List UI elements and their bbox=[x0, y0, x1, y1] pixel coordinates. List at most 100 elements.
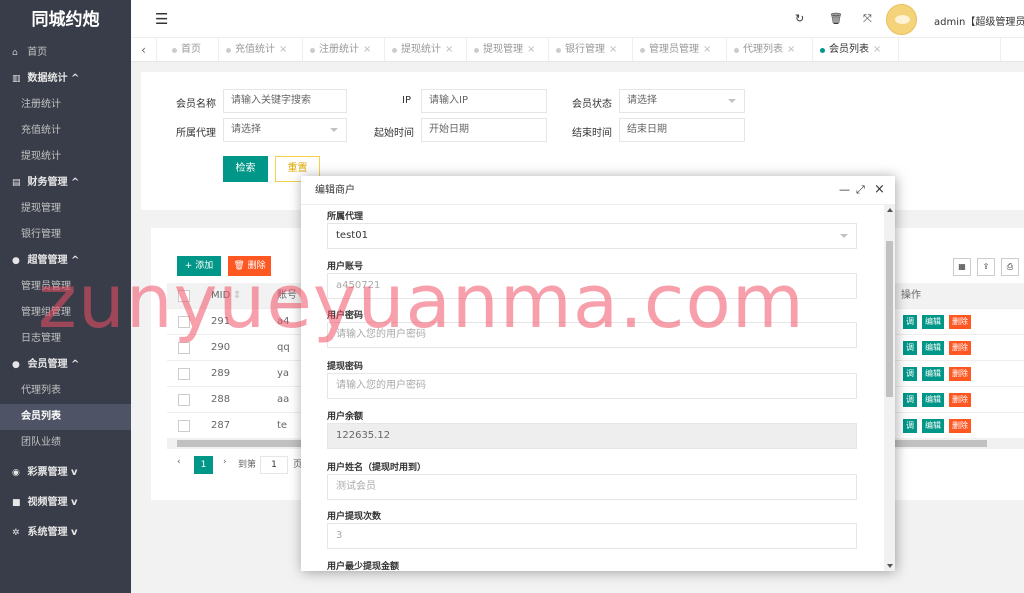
pager-next-icon[interactable]: › bbox=[223, 457, 227, 467]
sort-icon[interactable]: ⇕ bbox=[233, 283, 241, 309]
sidebar-item-recharge-stats[interactable]: 充值统计 bbox=[0, 118, 131, 144]
close-icon[interactable]: × bbox=[363, 44, 371, 55]
maximize-icon[interactable]: ⤢ bbox=[856, 184, 865, 196]
scroll-up-icon[interactable] bbox=[887, 208, 893, 212]
sidebar-item-withdraw-stats[interactable]: 提现统计 bbox=[0, 144, 131, 170]
member-name-label: 会员名称 bbox=[176, 99, 216, 110]
ip-input[interactable]: 请输入IP bbox=[421, 89, 547, 113]
delete-button[interactable]: 删除 bbox=[949, 393, 971, 407]
delete-button[interactable]: 删除 bbox=[949, 367, 971, 381]
sidebar-item-admin-group[interactable]: 管理组管理 bbox=[0, 300, 131, 326]
tab-home[interactable]: 首页 bbox=[167, 38, 219, 62]
view-button[interactable]: 调 bbox=[903, 315, 917, 329]
sidebar-item-team-performance[interactable]: 团队业绩 bbox=[0, 430, 131, 456]
tab-scroll-left-icon[interactable]: ‹ bbox=[131, 38, 157, 62]
delete-button[interactable]: 删除 bbox=[949, 341, 971, 355]
tab-agent-list[interactable]: 代理列表 × bbox=[729, 38, 813, 62]
batch-delete-button[interactable]: 🗑 删除 bbox=[228, 256, 271, 276]
trash-icon[interactable]: 🗑 bbox=[829, 12, 843, 25]
column-header-mid[interactable]: MID bbox=[211, 283, 230, 309]
columns-icon[interactable]: ▦ bbox=[953, 258, 971, 276]
edit-button[interactable]: 编辑 bbox=[922, 393, 944, 407]
tab-recharge-stats[interactable]: 充值统计 × bbox=[221, 38, 303, 62]
agent-select[interactable]: test01 bbox=[327, 223, 857, 249]
menu-fold-icon[interactable]: ☰ bbox=[155, 9, 168, 29]
view-button[interactable]: 调 bbox=[903, 419, 917, 433]
export-icon[interactable]: ⇪ bbox=[977, 258, 995, 276]
pager-current-page[interactable]: 1 bbox=[194, 456, 213, 474]
print-icon[interactable]: ⎙ bbox=[1001, 258, 1019, 276]
sidebar-item-bank-manage[interactable]: 银行管理 bbox=[0, 222, 131, 248]
add-button[interactable]: + 添加 bbox=[177, 256, 221, 276]
row-checkbox[interactable] bbox=[178, 420, 190, 432]
pager-goto-input[interactable]: 1 bbox=[260, 456, 288, 474]
row-checkbox[interactable] bbox=[178, 394, 190, 406]
close-icon[interactable]: × bbox=[787, 44, 795, 55]
bar-chart-icon: ▥ bbox=[12, 74, 21, 84]
sidebar-group-video[interactable]: ■ 视频管理 v bbox=[0, 490, 131, 516]
sidebar-item-logs[interactable]: 日志管理 bbox=[0, 326, 131, 352]
sidebar-group-system[interactable]: ✲ 系统管理 v bbox=[0, 520, 131, 546]
close-icon[interactable]: × bbox=[873, 44, 881, 55]
delete-button[interactable]: 删除 bbox=[949, 419, 971, 433]
account-field[interactable]: a450721 bbox=[327, 273, 857, 299]
ip-label: IP bbox=[402, 95, 411, 106]
refresh-icon[interactable]: ↻ bbox=[795, 12, 804, 25]
sidebar-item-admin-manage[interactable]: 管理员管理 bbox=[0, 274, 131, 300]
search-button[interactable]: 检索 bbox=[223, 156, 268, 182]
tab-register-stats[interactable]: 注册统计 × bbox=[305, 38, 385, 62]
agent-select[interactable]: 请选择 bbox=[223, 118, 347, 142]
name-field[interactable]: 测试会员 bbox=[327, 474, 857, 500]
close-icon[interactable]: × bbox=[445, 44, 453, 55]
minimize-icon[interactable]: — bbox=[839, 184, 850, 196]
pager-prev-icon[interactable]: ‹ bbox=[177, 457, 181, 467]
close-icon[interactable]: × bbox=[279, 44, 287, 55]
modal-vertical-scrollbar[interactable] bbox=[884, 205, 895, 571]
scroll-down-icon[interactable] bbox=[887, 564, 893, 568]
password-field[interactable]: 请输入您的用户密码 bbox=[327, 322, 857, 348]
row-checkbox[interactable] bbox=[178, 368, 190, 380]
avatar[interactable] bbox=[886, 4, 917, 35]
start-time-label: 起始时间 bbox=[374, 128, 414, 139]
sidebar-group-admin[interactable]: ● 超管管理 ^ bbox=[0, 248, 131, 274]
member-name-input[interactable]: 请输入关键字搜索 bbox=[223, 89, 347, 113]
user-name[interactable]: admin【超级管理员】 bbox=[934, 13, 1024, 28]
close-icon[interactable]: × bbox=[609, 44, 617, 55]
edit-button[interactable]: 编辑 bbox=[922, 367, 944, 381]
tab-admin-manage[interactable]: 管理员管理 × bbox=[635, 38, 727, 62]
edit-button[interactable]: 编辑 bbox=[922, 419, 944, 433]
edit-button[interactable]: 编辑 bbox=[922, 315, 944, 329]
fullscreen-icon[interactable]: ⤧ bbox=[863, 12, 872, 26]
edit-button[interactable]: 编辑 bbox=[922, 341, 944, 355]
start-date-input[interactable]: 开始日期 bbox=[421, 118, 547, 142]
tab-withdraw-stats[interactable]: 提现统计 × bbox=[387, 38, 467, 62]
close-icon[interactable]: × bbox=[527, 44, 535, 55]
withdraw-count-field[interactable]: 3 bbox=[327, 523, 857, 549]
end-date-input[interactable]: 结束日期 bbox=[619, 118, 745, 142]
sidebar-item-member-list[interactable]: 会员列表 bbox=[0, 404, 131, 430]
tab-bank-manage[interactable]: 银行管理 × bbox=[551, 38, 633, 62]
row-checkbox[interactable] bbox=[178, 316, 190, 328]
close-icon[interactable]: × bbox=[703, 44, 711, 55]
sidebar-group-lottery[interactable]: ◉ 彩票管理 v bbox=[0, 460, 131, 486]
withdraw-password-field[interactable]: 请输入您的用户密码 bbox=[327, 373, 857, 399]
view-button[interactable]: 调 bbox=[903, 393, 917, 407]
scrollbar-thumb[interactable] bbox=[886, 241, 893, 397]
view-button[interactable]: 调 bbox=[903, 367, 917, 381]
tab-withdraw-manage[interactable]: 提现管理 × bbox=[469, 38, 549, 62]
sidebar-group-stats[interactable]: ▥ 数据统计 ^ bbox=[0, 66, 131, 92]
view-button[interactable]: 调 bbox=[903, 341, 917, 355]
sidebar-item-register-stats[interactable]: 注册统计 bbox=[0, 92, 131, 118]
sidebar-group-members[interactable]: ● 会员管理 ^ bbox=[0, 352, 131, 378]
sidebar-item-withdraw-manage[interactable]: 提现管理 bbox=[0, 196, 131, 222]
sidebar-group-finance[interactable]: ▤ 财务管理 ^ bbox=[0, 170, 131, 196]
tab-member-list[interactable]: 会员列表 × bbox=[815, 38, 899, 62]
sidebar-item-agent-list[interactable]: 代理列表 bbox=[0, 378, 131, 404]
row-checkbox[interactable] bbox=[178, 342, 190, 354]
close-icon[interactable]: × bbox=[874, 183, 885, 196]
status-select[interactable]: 请选择 bbox=[619, 89, 745, 113]
select-all-checkbox[interactable] bbox=[178, 290, 190, 302]
sidebar-item-home[interactable]: ⌂ 首页 bbox=[0, 40, 131, 66]
tab-menu[interactable] bbox=[1000, 38, 1024, 62]
delete-button[interactable]: 删除 bbox=[949, 315, 971, 329]
